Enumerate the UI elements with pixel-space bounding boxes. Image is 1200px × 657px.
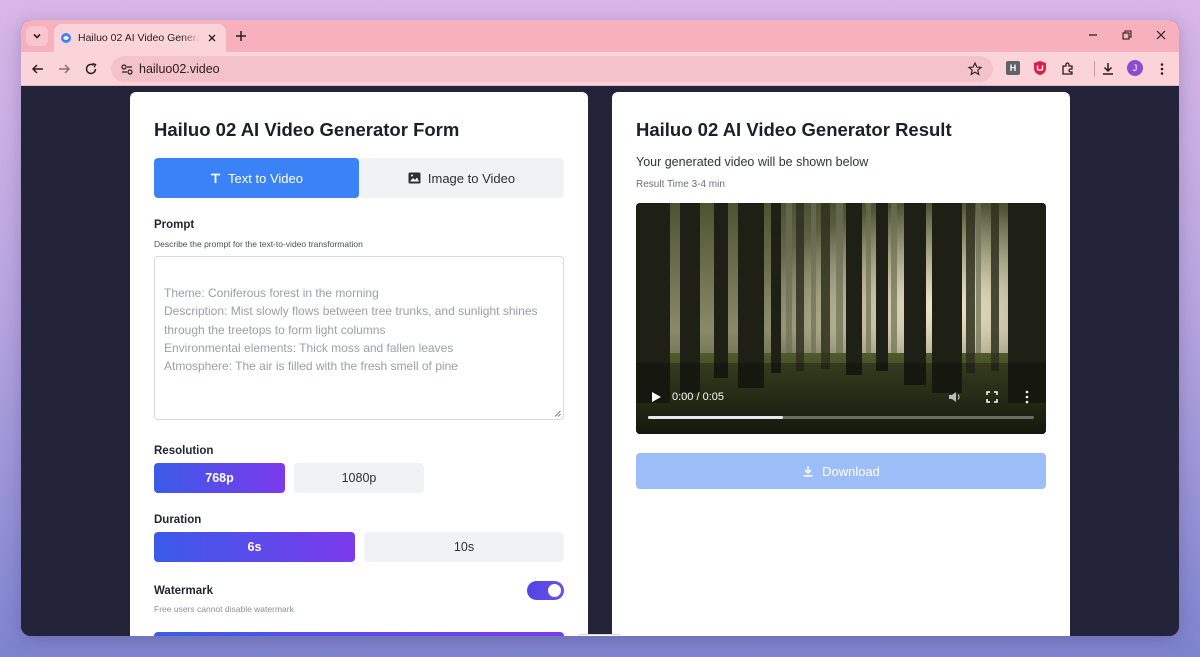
back-icon[interactable] [30,61,46,77]
resolution-label: Resolution [154,445,214,457]
result-title: Hailuo 02 AI Video Generator Result [636,119,952,140]
duration-6s-button[interactable]: 6s [154,532,355,562]
site-settings-icon[interactable] [119,61,135,77]
text-icon [211,173,221,183]
reload-icon[interactable] [83,61,99,77]
menu-icon[interactable] [1154,61,1170,77]
tab-strip: Hailuo 02 AI Video Generator C [21,20,1179,52]
prompt-label: Prompt [154,219,195,231]
avatar[interactable]: J [1127,60,1143,76]
download-button[interactable]: Download [636,453,1046,489]
extensions-icon[interactable] [1060,61,1076,77]
resize-handle-icon[interactable] [554,410,561,417]
download-label: Download [822,463,880,479]
prompt-textarea[interactable]: Theme: Coniferous forest in the morning … [154,256,564,420]
tab-list-button[interactable] [26,26,48,46]
url-text[interactable]: hailuo02.video [139,62,220,76]
video-progress-bar[interactable] [648,416,1034,419]
tab-label: Image to Video [427,170,516,186]
resolution-1080p-button[interactable]: 1080p [294,463,424,493]
browser-tab[interactable]: Hailuo 02 AI Video Generator C [54,24,226,52]
duration-label: Duration [154,514,202,526]
result-card: Hailuo 02 AI Video Generator Result Your… [612,92,1070,636]
video-progress-fill [648,416,784,419]
tab-text-to-video[interactable]: Text to Video [154,158,359,198]
download-icon [803,466,813,477]
mode-tabs: Text to Video Image to Video [154,158,564,198]
form-title: Hailuo 02 AI Video Generator Form [154,119,460,140]
browser-window: Hailuo 02 AI Video Generator C hailuo02.… [21,20,1179,636]
generate-button[interactable] [154,632,564,636]
watermark-hint: Free users cannot disable watermark [154,604,294,614]
result-subtitle: Your generated video will be shown below [636,155,869,169]
tab-title: Hailuo 02 AI Video Generator C [78,32,200,44]
shield-icon[interactable] [1033,60,1047,76]
restore-icon[interactable] [1120,28,1134,42]
toggle-knob [548,584,561,597]
result-time-note: Result Time 3-4 min [636,179,725,190]
resolution-768p-button[interactable]: 768p [154,463,285,493]
watermark-label: Watermark [154,585,214,597]
scroll-to-top-button[interactable] [577,634,621,636]
tab-image-to-video[interactable]: Image to Video [359,158,564,198]
image-icon [408,172,421,184]
address-bar[interactable]: hailuo02.video [111,56,993,82]
extension-h-icon[interactable]: H [1006,61,1020,75]
plus-icon[interactable] [233,28,249,44]
video-time: 0:00 / 0:05 [672,391,724,403]
browser-toolbar: hailuo02.video H J [21,52,1179,86]
star-icon[interactable] [967,61,983,77]
chevron-down-icon [33,33,41,39]
favicon-icon [61,33,71,43]
form-card: Hailuo 02 AI Video Generator Form Text t… [130,92,588,636]
tab-label: Text to Video [228,170,303,186]
more-options-icon[interactable] [1024,390,1030,404]
toolbar-separator [1094,61,1095,77]
download-icon[interactable] [1100,61,1116,77]
play-icon[interactable] [650,391,662,403]
page-viewport: Hailuo 02 AI Video Generator Form Text t… [21,87,1179,636]
minimize-icon[interactable] [1086,28,1100,42]
fullscreen-icon[interactable] [986,391,998,403]
duration-10s-button[interactable]: 10s [364,532,564,562]
close-icon[interactable] [206,32,218,44]
watermark-toggle[interactable] [527,581,564,600]
forward-icon[interactable] [56,61,72,77]
close-window-icon[interactable] [1154,28,1168,42]
prompt-placeholder: Theme: Coniferous forest in the morning … [164,286,538,374]
volume-icon[interactable] [948,390,962,404]
video-player[interactable]: 0:00 / 0:05 [636,203,1046,434]
prompt-hint: Describe the prompt for the text-to-vide… [154,239,363,249]
